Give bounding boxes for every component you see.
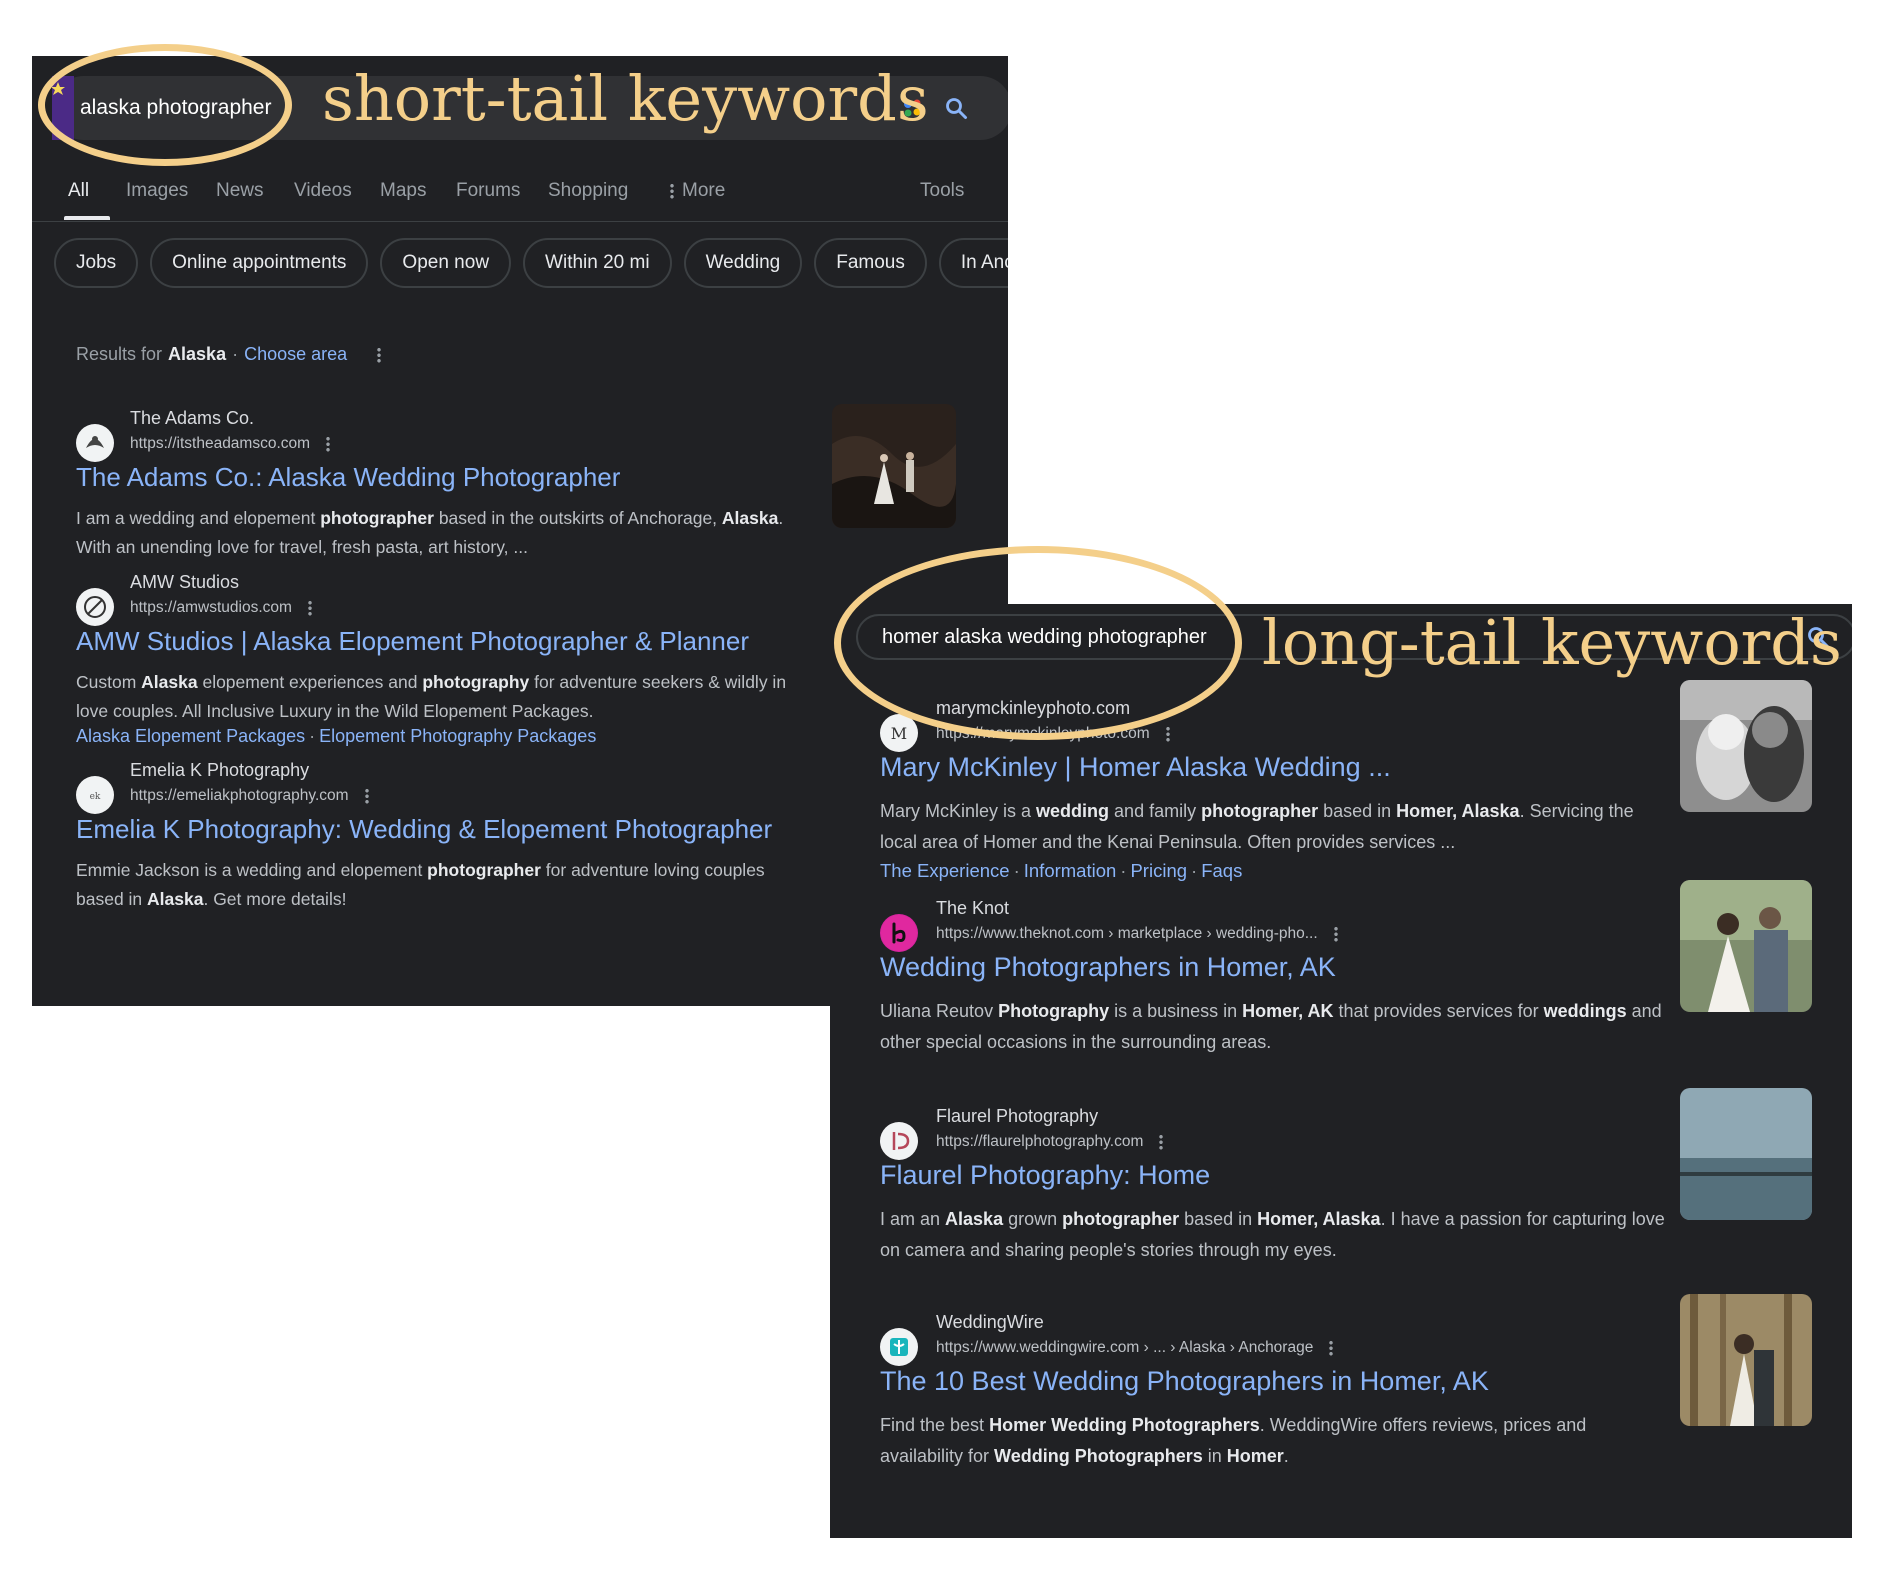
tab-more[interactable]: More	[670, 180, 725, 202]
filter-chips: Jobs Online appointments Open now Within 20…	[54, 238, 1008, 288]
site-name: The Knot	[936, 898, 1010, 918]
highlight-ellipse-short	[38, 44, 292, 166]
chip-in-anchorage[interactable]: In Ancho	[938, 238, 1008, 288]
result-snippet: Custom Alaska elopement experiences and …	[76, 672, 787, 721]
more-options-icon[interactable]	[377, 346, 382, 363]
site-url: https://amwstudios.com	[130, 599, 312, 617]
location-notice: Results for Alaska · Choose area	[76, 344, 382, 365]
site-name: Emelia K Photography	[130, 760, 310, 780]
site-favicon-icon	[76, 588, 114, 626]
sitelink[interactable]: Alaska Elopement Packages	[76, 726, 305, 746]
active-tab-indicator	[64, 216, 110, 220]
results-for-place: Alaska	[168, 344, 227, 364]
long-tail-label: long-tail keywords	[1262, 606, 1842, 679]
result-options-icon[interactable]	[1159, 1134, 1164, 1150]
site-name: WeddingWire	[936, 1312, 1044, 1332]
chip-online-appointments[interactable]: Online appointments	[150, 238, 369, 288]
result-title-link[interactable]: Wedding Photographers in Homer, AK	[880, 952, 1336, 983]
sitelink[interactable]: Elopement Photography Packages	[319, 726, 596, 746]
sitelink[interactable]: Pricing	[1130, 860, 1187, 881]
tab-tools[interactable]: Tools	[920, 180, 964, 202]
tab-forums[interactable]: Forums	[456, 180, 520, 202]
tab-videos[interactable]: Videos	[294, 180, 352, 202]
site-url-text: https://www.weddingwire.com › ... › Alas…	[936, 1339, 1314, 1356]
tab-news[interactable]: News	[216, 180, 264, 202]
result-options-icon[interactable]	[364, 788, 369, 804]
site-favicon-icon	[880, 1122, 918, 1160]
svg-text:M: M	[891, 724, 907, 743]
site-name: Flaurel Photography	[936, 1106, 1099, 1126]
site-url: https://emeliakphotography.com	[130, 787, 369, 805]
site-name: The Adams Co.	[130, 408, 255, 428]
result-thumbnail[interactable]	[1680, 880, 1812, 1012]
result-options-icon[interactable]	[1165, 726, 1170, 742]
site-url: https://www.weddingwire.com › ... › Alas…	[936, 1339, 1334, 1357]
result-options-icon[interactable]	[1333, 926, 1338, 942]
sitelink[interactable]: Faqs	[1201, 860, 1242, 881]
site-favicon-icon	[76, 424, 114, 462]
choose-area-link[interactable]: Choose area	[244, 344, 347, 365]
tab-images[interactable]: Images	[126, 180, 188, 202]
result-thumbnail[interactable]	[1680, 680, 1812, 812]
chip-within-20-mi[interactable]: Within 20 mi	[523, 238, 672, 288]
result-title-link[interactable]: The Adams Co.: Alaska Wedding Photograph…	[76, 462, 620, 493]
result-options-icon[interactable]	[307, 600, 312, 616]
result-title-link[interactable]: Emelia K Photography: Wedding & Elopemen…	[76, 814, 772, 845]
site-url-text: https://amwstudios.com	[130, 599, 292, 616]
highlight-ellipse-long	[834, 546, 1242, 740]
site-favicon-icon: ek	[76, 776, 114, 814]
result-title-link[interactable]: The 10 Best Wedding Photographers in Hom…	[880, 1366, 1489, 1397]
result-snippet: Mary McKinley is a wedding and family ph…	[880, 801, 1634, 852]
search-tabs: All Images News Videos Maps Forums Shopp…	[32, 174, 1008, 222]
result-snippet: I am a wedding and elopement photographe…	[76, 508, 784, 557]
tab-more-label: More	[682, 180, 726, 201]
theknot-logo-icon	[880, 914, 918, 952]
result-title-link[interactable]: AMW Studios | Alaska Elopement Photograp…	[76, 626, 749, 657]
result-title-link[interactable]: Flaurel Photography: Home	[880, 1160, 1210, 1191]
site-name: AMW Studios	[130, 572, 240, 592]
result-sitelinks: The Experience · Information · Pricing · Faqs	[880, 860, 1243, 881]
result-title-link[interactable]: Mary McKinley | Homer Alaska Wedding ...	[880, 752, 1391, 783]
result-snippet: Find the best Homer Wedding Photographer…	[880, 1415, 1587, 1466]
result-options-icon[interactable]	[1329, 1340, 1334, 1356]
sitelink[interactable]: Information	[1024, 860, 1117, 881]
result-thumbnail[interactable]	[1680, 1294, 1812, 1426]
results-for-prefix: Results for	[76, 344, 163, 364]
tab-shopping[interactable]: Shopping	[548, 180, 628, 202]
chip-famous[interactable]: Famous	[814, 238, 927, 288]
result-snippet: Emmie Jackson is a wedding and elopement…	[76, 860, 765, 909]
site-url: https://itstheadamsco.com	[130, 435, 331, 453]
tab-maps[interactable]: Maps	[380, 180, 426, 202]
chip-wedding[interactable]: Wedding	[683, 238, 803, 288]
result-thumbnail[interactable]	[1680, 1088, 1812, 1220]
more-options-icon	[670, 183, 674, 199]
result-snippet: I am an Alaska grown photographer based …	[880, 1209, 1665, 1260]
short-tail-label: short-tail keywords	[322, 62, 929, 135]
result-thumbnail[interactable]	[832, 404, 956, 528]
result-options-icon[interactable]	[326, 436, 331, 452]
site-url-text: https://www.theknot.com › marketplace › …	[936, 925, 1318, 942]
site-url-text: https://itstheadamsco.com	[130, 435, 311, 452]
svg-text:ek: ek	[90, 792, 101, 802]
long-tail-serp-panel: homer alaska wedding photographer M mary…	[830, 604, 1852, 1538]
result-sitelinks: Alaska Elopement Packages · Elopement Phot…	[76, 726, 597, 746]
weddingwire-logo-icon	[880, 1328, 918, 1366]
result-snippet: Uliana Reutov Photography is a business …	[880, 1001, 1662, 1052]
chip-open-now[interactable]: Open now	[380, 238, 512, 288]
search-icon[interactable]	[944, 96, 968, 120]
sitelink[interactable]: The Experience	[880, 860, 1010, 881]
chip-jobs[interactable]: Jobs	[54, 238, 139, 288]
site-url-text: https://flaurelphotography.com	[936, 1133, 1144, 1150]
results-for-separator: ·	[232, 344, 239, 364]
site-url: https://www.theknot.com › marketplace › …	[936, 925, 1338, 943]
tab-all[interactable]: All	[68, 180, 89, 202]
site-url-text: https://emeliakphotography.com	[130, 787, 349, 804]
site-url: https://flaurelphotography.com	[936, 1133, 1164, 1151]
